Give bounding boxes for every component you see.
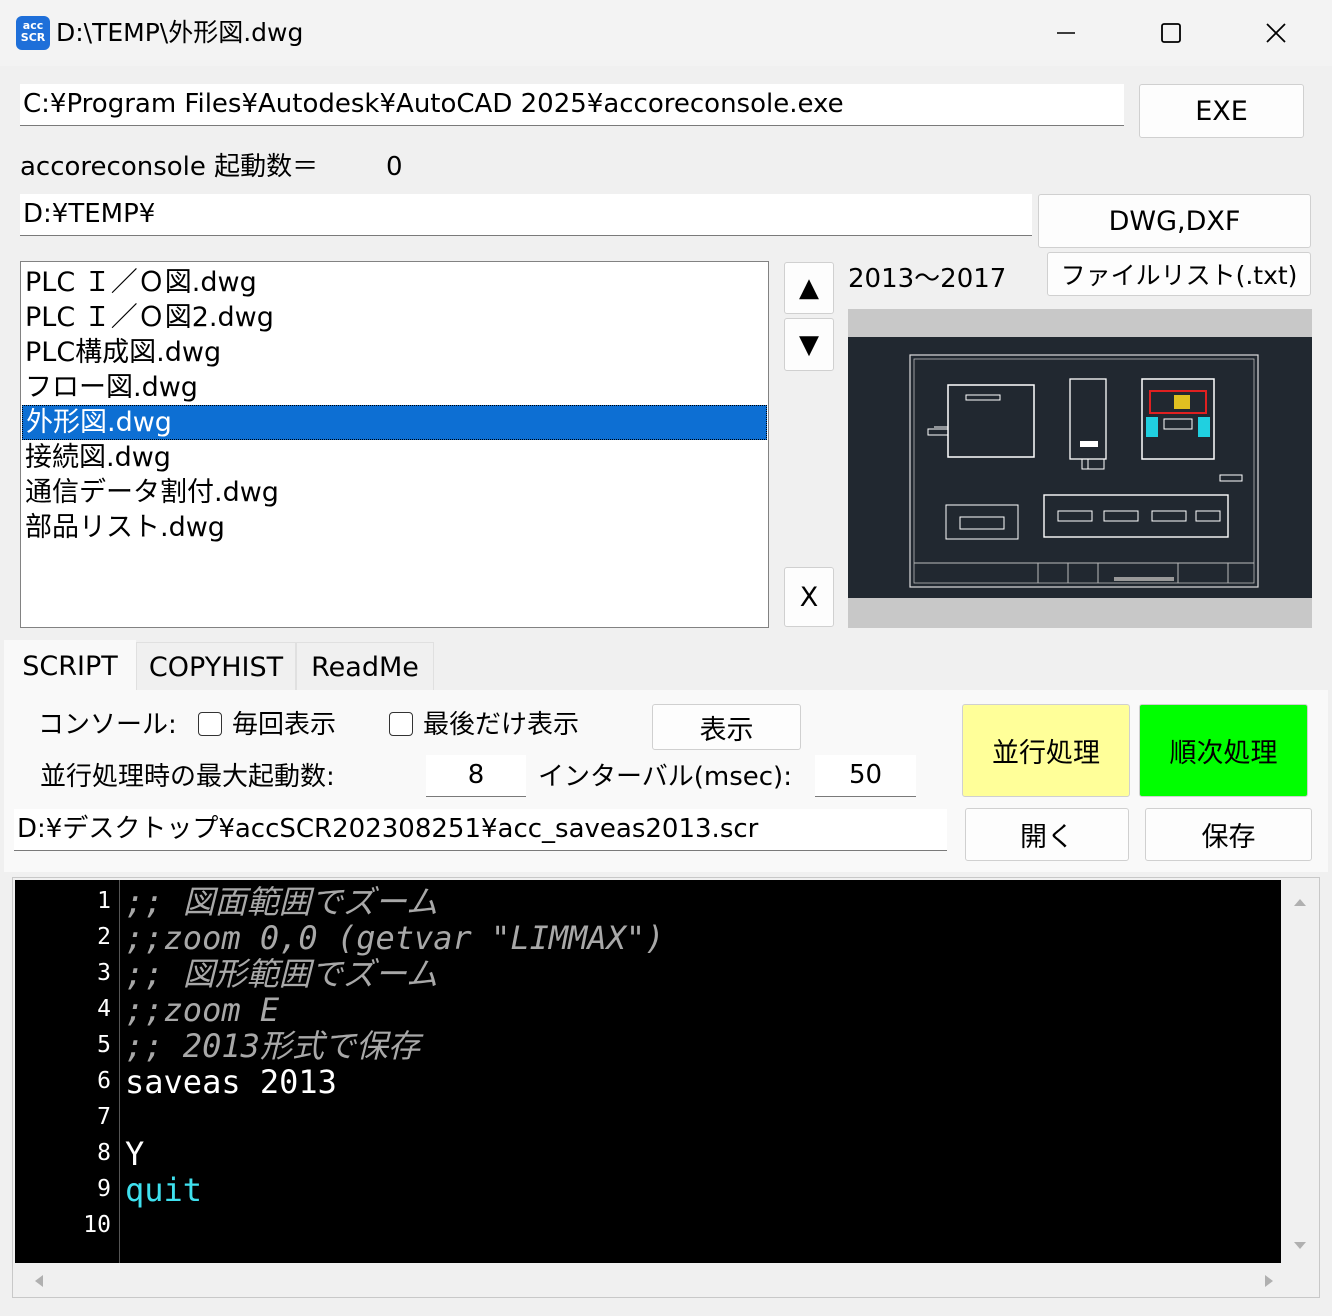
code-line[interactable]: quit [125,1172,202,1208]
app-icon-text-bottom: SCR [20,31,46,44]
dwg-dxf-button[interactable]: DWG,DXF [1038,194,1311,248]
tab-readme[interactable]: ReadMe [296,642,434,692]
max-instances-field[interactable]: 8 [426,755,526,797]
line-number: 3 [97,960,111,986]
code-line[interactable]: ;;zoom 0,0 (getvar "LIMMAX") [125,920,664,956]
vertical-scrollbar[interactable] [1281,880,1319,1263]
scroll-up-icon [1294,899,1306,906]
horizontal-scrollbar[interactable] [13,1265,1319,1297]
exe-path-field[interactable]: C:¥Program Files¥Autodesk¥AutoCAD 2025¥a… [20,84,1124,126]
line-number: 10 [83,1212,111,1238]
list-item[interactable]: PLC Ｉ／Ｏ図2.dwg [21,300,768,335]
line-number-gutter: 1 2 3 4 5 6 7 8 9 10 [15,880,120,1263]
show-button[interactable]: 表示 [652,704,801,750]
line-number: 5 [97,1032,111,1058]
app-icon: acc SCR [16,16,50,50]
close-button[interactable] [1246,12,1306,54]
folder-path-field[interactable]: D:¥TEMP¥ [20,194,1032,236]
move-up-button[interactable]: ▲ [784,262,834,314]
drawing-preview [848,309,1312,628]
close-icon [1266,23,1286,43]
last-only-checkbox[interactable] [389,712,413,736]
sequential-process-button[interactable]: 順次処理 [1139,704,1308,797]
code-line[interactable]: Y [125,1136,144,1172]
version-label: 2013～2017 [848,264,1007,294]
line-number: 9 [97,1176,111,1202]
interval-field[interactable]: 50 [815,755,916,797]
line-number: 8 [97,1140,111,1166]
minimize-icon [1057,32,1075,34]
remove-button[interactable]: X [784,567,834,627]
list-item[interactable]: 外形図.dwg [22,405,767,440]
every-time-label: 毎回表示 [232,710,337,740]
scroll-right-icon [1265,1275,1273,1287]
scroll-left-icon [35,1275,43,1287]
window-title: D:\TEMP\外形図.dwg [56,18,304,47]
console-label: コンソール: [38,710,177,740]
script-editor[interactable]: 1 2 3 4 5 6 7 8 9 10 ;; 図面範囲でズーム ;;zoom 0,0 (getva… [12,877,1320,1298]
list-item[interactable]: 部品リスト.dwg [21,510,768,545]
line-number: 6 [97,1068,111,1094]
list-item[interactable]: PLC構成図.dwg [21,335,768,370]
line-number: 7 [97,1104,111,1130]
list-item[interactable]: フロー図.dwg [21,370,768,405]
parallel-process-button[interactable]: 並行処理 [962,704,1130,797]
list-item[interactable]: 接続図.dwg [21,440,768,475]
script-path-field[interactable]: D:¥デスクトップ¥accSCR202308251¥acc_saveas2013… [14,809,947,851]
list-item[interactable]: 通信データ割付.dwg [21,475,768,510]
move-down-button[interactable]: ▼ [784,318,834,371]
max-instances-label: 並行処理時の最大起動数: [40,762,335,792]
open-button[interactable]: 開く [965,808,1129,861]
line-number: 2 [97,924,111,950]
code-line[interactable]: ;; 図面範囲でズーム [125,884,438,920]
maximize-button[interactable] [1141,12,1201,54]
save-button[interactable]: 保存 [1145,808,1312,861]
console-count-label: accoreconsole 起動数＝ [20,152,319,182]
scroll-down-icon [1294,1242,1306,1249]
code-line[interactable]: ;;zoom E [125,992,279,1028]
last-only-label: 最後だけ表示 [423,710,580,740]
every-time-checkbox[interactable] [198,712,222,736]
tab-copyhist[interactable]: COPYHIST [136,642,296,692]
file-list[interactable]: PLC Ｉ／Ｏ図.dwg PLC Ｉ／Ｏ図2.dwg PLC構成図.dwg フロー図.… [20,261,769,628]
line-number: 1 [97,888,111,914]
code-line[interactable]: ;; 2013形式で保存 [125,1028,420,1064]
code-line[interactable]: saveas 2013 [125,1064,337,1100]
console-count-value: 0 [386,152,403,182]
minimize-button[interactable] [1036,12,1096,54]
exe-button[interactable]: EXE [1139,84,1304,138]
interval-label: インターバル(msec): [538,762,792,792]
code-line[interactable]: ;; 図形範囲でズーム [125,956,438,992]
tab-script[interactable]: SCRIPT [4,640,136,692]
line-number: 4 [97,996,111,1022]
list-item[interactable]: PLC Ｉ／Ｏ図.dwg [21,265,768,300]
filelist-txt-button[interactable]: ファイルリスト(.txt) [1047,252,1311,296]
maximize-icon [1161,23,1181,43]
drawing-thumbnail [909,354,1259,588]
